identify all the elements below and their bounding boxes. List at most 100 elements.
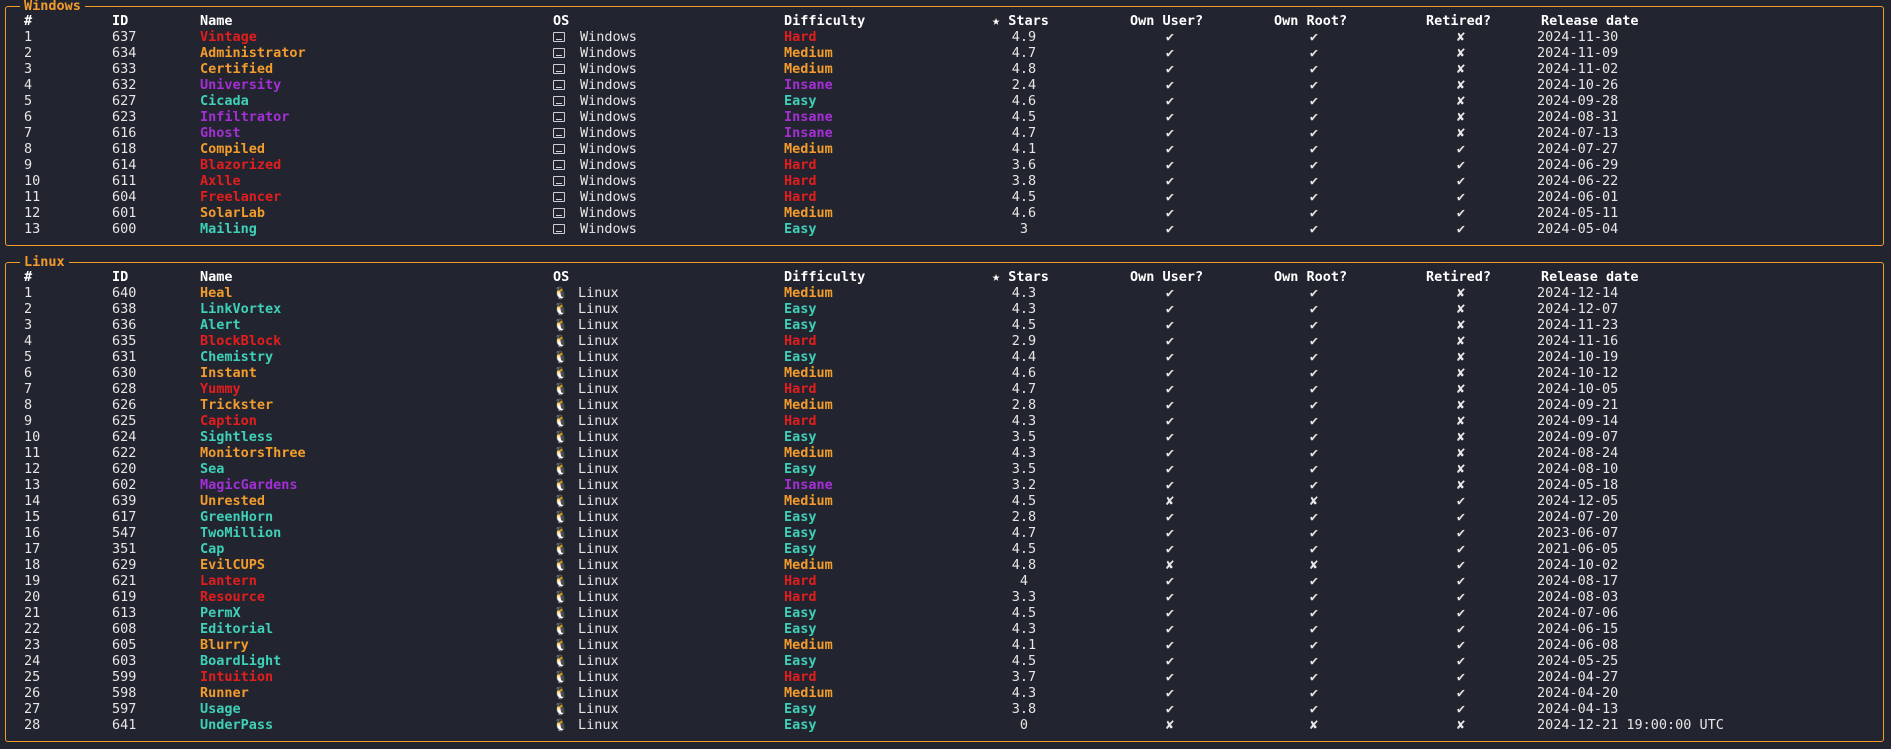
table-row: 2 634 Administrator Windows Medium 4.7 ✔ ✔ ✘ 2024…	[6, 45, 1883, 61]
os-label: Linux	[577, 333, 619, 349]
os-label: Linux	[577, 509, 619, 525]
release-date-cell: 2024-10-19	[1537, 349, 1619, 365]
machine-name: Editorial	[200, 621, 274, 637]
machine-id: 633	[112, 61, 137, 77]
row-num: 11	[24, 445, 41, 461]
difficulty-cell: Medium	[784, 637, 833, 653]
table-row: 10 624 Sightless 🐧 Linux Easy 3.5 ✔ ✔ ✘ 2024-09-07	[6, 429, 1883, 445]
release-date-cell: 2021-06-05	[1537, 541, 1619, 557]
row-num: 17	[24, 541, 41, 557]
penguin-icon: 🐧	[553, 574, 568, 588]
row-num: 4	[24, 77, 33, 93]
release-date-cell: 2024-12-07	[1537, 301, 1619, 317]
row-num: 5	[24, 93, 33, 109]
os-label: Linux	[577, 541, 619, 557]
os-cell: 🐧 Linux	[553, 637, 619, 653]
table-row: 22 608 Editorial 🐧 Linux Easy 4.3 ✔ ✔ ✔ 2024-06-15	[6, 621, 1883, 637]
retired-cell: ✘	[1456, 413, 1466, 429]
retired-cell: ✔	[1456, 205, 1466, 221]
retired-cell: ✔	[1456, 541, 1466, 557]
own-user-cell: ✔	[1165, 605, 1175, 621]
retired-cell: ✘	[1456, 125, 1466, 141]
stars-cell: 2.8	[1011, 509, 1037, 525]
difficulty-cell: Insane	[784, 125, 833, 141]
release-date-cell: 2024-08-24	[1537, 445, 1619, 461]
os-label: Windows	[580, 141, 637, 157]
os-label: Linux	[577, 557, 619, 573]
table-row: 20 619 Resource 🐧 Linux Hard 3.3 ✔ ✔ ✔ 2024-08-03	[6, 589, 1883, 605]
difficulty-cell: Hard	[784, 381, 817, 397]
own-root-cell: ✔	[1309, 413, 1319, 429]
difficulty-cell: Easy	[784, 301, 817, 317]
release-date-cell: 2024-06-08	[1537, 637, 1619, 653]
retired-cell: ✔	[1456, 653, 1466, 669]
machine-id: 635	[112, 333, 137, 349]
row-num: 19	[24, 573, 41, 589]
table-row: 26 598 Runner 🐧 Linux Medium 4.3 ✔ ✔ ✔ 2024-04-20	[6, 685, 1883, 701]
row-num: 8	[24, 397, 33, 413]
os-cell: 🐧 Linux	[553, 669, 619, 685]
difficulty-cell: Medium	[784, 685, 833, 701]
machine-id: 616	[112, 125, 137, 141]
own-user-cell: ✔	[1165, 381, 1175, 397]
own-user-cell: ✔	[1165, 525, 1175, 541]
own-user-cell: ✔	[1165, 141, 1175, 157]
retired-cell: ✘	[1456, 301, 1466, 317]
machine-name: LinkVortex	[200, 301, 282, 317]
own-root-cell: ✔	[1309, 637, 1319, 653]
difficulty-cell: Medium	[784, 397, 833, 413]
stars-cell: 2.8	[1011, 397, 1037, 413]
own-user-cell: ✔	[1165, 61, 1175, 77]
own-root-cell: ✔	[1309, 189, 1319, 205]
difficulty-cell: Medium	[784, 285, 833, 301]
header-os: OS	[553, 269, 570, 285]
machine-id: 619	[112, 589, 137, 605]
stars-cell: 4.3	[1011, 413, 1037, 429]
table-row: 24 603 BoardLight 🐧 Linux Easy 4.5 ✔ ✔ ✔ 2024-05-2…	[6, 653, 1883, 669]
header-retired: Retired?	[1426, 269, 1492, 285]
machine-name: Trickster	[200, 397, 274, 413]
stars-cell: 4.5	[1011, 317, 1037, 333]
difficulty-cell: Easy	[784, 93, 817, 109]
own-user-cell: ✔	[1165, 477, 1175, 493]
table-row: 25 599 Intuition 🐧 Linux Hard 3.7 ✔ ✔ ✔ 2024-04-27	[6, 669, 1883, 685]
os-cell: 🐧 Linux	[553, 717, 619, 733]
difficulty-cell: Medium	[784, 141, 833, 157]
machine-id: 637	[112, 29, 137, 45]
difficulty-cell: Easy	[784, 525, 817, 541]
machine-id: 608	[112, 621, 137, 637]
stars-cell: 4.6	[1011, 205, 1037, 221]
header-own-root: Own Root?	[1274, 13, 1348, 29]
header-os: OS	[553, 13, 570, 29]
header-id: ID	[112, 269, 129, 285]
own-user-cell: ✘	[1165, 557, 1175, 573]
os-cell: 🐧 Linux	[553, 605, 619, 621]
penguin-icon: 🐧	[553, 494, 568, 508]
os-label: Linux	[577, 429, 619, 445]
os-label: Windows	[580, 157, 637, 173]
machine-id: 351	[112, 541, 137, 557]
row-num: 16	[24, 525, 41, 541]
difficulty-cell: Easy	[784, 429, 817, 445]
window-icon	[553, 48, 565, 58]
os-label: Linux	[577, 317, 619, 333]
os-cell: 🐧 Linux	[553, 653, 619, 669]
difficulty-cell: Easy	[784, 317, 817, 333]
retired-cell: ✘	[1456, 445, 1466, 461]
retired-cell: ✔	[1456, 637, 1466, 653]
difficulty-cell: Easy	[784, 621, 817, 637]
machine-id: 613	[112, 605, 137, 621]
own-root-cell: ✔	[1309, 317, 1319, 333]
window-icon	[553, 112, 565, 122]
header-id: ID	[112, 13, 129, 29]
machine-id: 617	[112, 509, 137, 525]
machine-id: 600	[112, 221, 137, 237]
own-root-cell: ✔	[1309, 109, 1319, 125]
os-cell: 🐧 Linux	[553, 541, 619, 557]
own-root-cell: ✔	[1309, 285, 1319, 301]
table-row: 18 629 EvilCUPS 🐧 Linux Medium 4.8 ✘ ✘ ✔ 2024-10-0…	[6, 557, 1883, 573]
os-cell: 🐧 Linux	[553, 445, 619, 461]
row-num: 20	[24, 589, 41, 605]
machine-name: Heal	[200, 285, 233, 301]
row-num: 9	[24, 413, 33, 429]
